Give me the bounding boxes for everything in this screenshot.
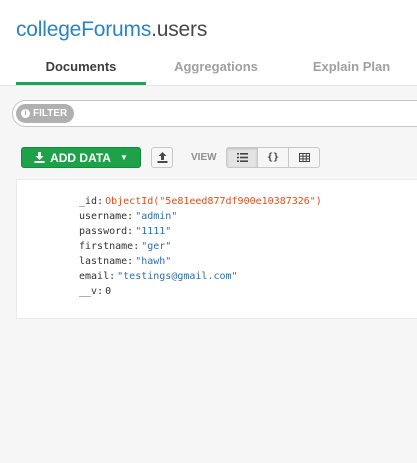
document-field-firstname: firstname: "ger" (79, 241, 172, 252)
table-view-button[interactable] (288, 147, 320, 168)
clipped-top-text (0, 0, 417, 6)
export-button[interactable] (151, 147, 173, 168)
list-view-button[interactable] (226, 147, 258, 168)
view-label: VIEW (191, 152, 217, 163)
chevron-down-icon: ▼ (119, 153, 128, 162)
field-value: "testings@gmail.com" (117, 271, 238, 282)
field-key: password (79, 226, 128, 237)
upload-icon (157, 152, 167, 163)
field-value: 0 (105, 286, 112, 297)
tab-explain-plan[interactable]: Explain Plan (286, 50, 417, 83)
field-key: __v (79, 286, 98, 297)
document-field-email: email: "testings@gmail.com" (79, 271, 238, 282)
filter-badge[interactable]: i FILTER (16, 104, 75, 123)
field-value: ObjectId("5e81eed877df900e10387326") (105, 196, 322, 207)
collection-tabs: Documents Aggregations Explain Plan (0, 50, 417, 86)
filter-input[interactable]: i FILTER (12, 100, 417, 127)
view-switcher: {} (226, 147, 320, 168)
tab-documents[interactable]: Documents (16, 50, 146, 85)
info-icon: i (21, 109, 30, 118)
field-key: email (79, 271, 110, 282)
add-data-button[interactable]: ADD DATA ▼ (21, 147, 141, 168)
document-field-id: _id: ObjectId("5e81eed877df900e10387326") (79, 196, 322, 207)
document-field-version: __v: 0 (79, 286, 112, 297)
document-field-password: password: "1111" (79, 226, 172, 237)
namespace-title: collegeForums.users (16, 18, 207, 42)
tab-aggregations[interactable]: Aggregations (146, 50, 286, 83)
field-value: "admin" (135, 211, 178, 222)
json-view-button[interactable]: {} (257, 147, 289, 168)
field-value: "hawh" (135, 256, 172, 267)
documents-toolbar: ADD DATA ▼ VIEW {} (0, 140, 417, 174)
field-value: "1111" (135, 226, 172, 237)
download-icon (34, 152, 45, 163)
document-field-username: username: "admin" (79, 211, 178, 222)
curly-braces-icon: {} (266, 152, 280, 163)
list-icon (236, 153, 248, 162)
add-data-label: ADD DATA (50, 150, 111, 165)
database-name: collegeForums (16, 18, 152, 41)
document-fields: _id: ObjectId("5e81eed877df900e10387326")… (79, 194, 322, 299)
field-key: lastname (79, 256, 128, 267)
field-key: username (79, 211, 128, 222)
document-field-lastname: lastname: "hawh" (79, 256, 172, 267)
document-card[interactable]: _id: ObjectId("5e81eed877df900e10387326")… (16, 179, 417, 319)
filter-label: FILTER (33, 108, 68, 119)
table-icon (298, 153, 310, 162)
field-key: firstname (79, 241, 134, 252)
collection-name: users (156, 18, 208, 41)
field-value: "ger" (141, 241, 172, 252)
field-key: _id (79, 196, 98, 207)
